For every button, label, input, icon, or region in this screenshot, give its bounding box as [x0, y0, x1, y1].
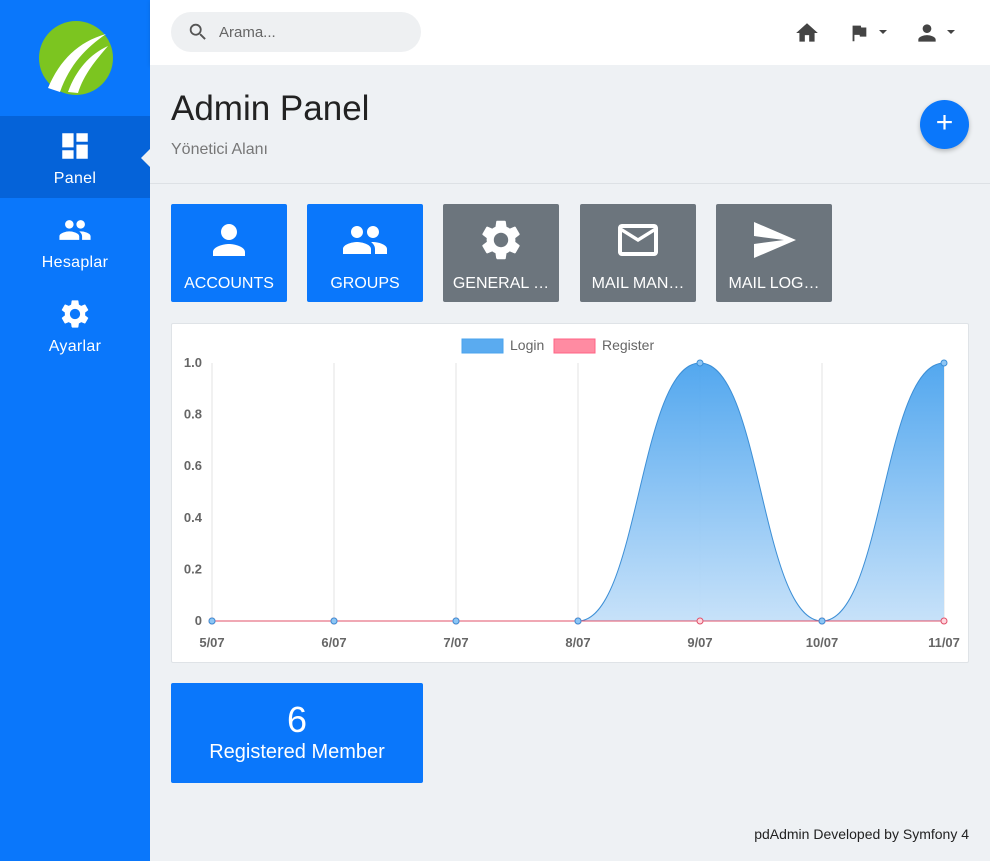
send-icon	[754, 222, 796, 258]
tile-groups[interactable]: GROUPS	[307, 204, 423, 302]
register-point	[940, 617, 948, 625]
login-point	[452, 617, 460, 625]
login-point	[940, 359, 948, 367]
people-icon	[59, 220, 91, 240]
person-icon	[213, 224, 245, 256]
sidebar-item-label: Panel	[53, 170, 97, 187]
x-tick-label: 11/07	[928, 635, 960, 650]
legend-swatch-login	[461, 338, 504, 354]
x-tick-label: 7/07	[443, 635, 468, 650]
tile-label: MAIL LOG…	[728, 275, 820, 292]
tile-mail-log[interactable]: MAIL LOG…	[716, 204, 832, 302]
sidebar-item-label: Ayarlar	[48, 338, 102, 355]
page-title: Admin Panel	[171, 89, 370, 128]
chevron-down-icon[interactable]	[947, 30, 955, 34]
tile-mail-manager[interactable]: MAIL MAN…	[580, 204, 696, 302]
active-indicator	[141, 149, 150, 167]
y-tick-label: 0	[195, 613, 202, 628]
page-header: Admin Panel Yönetici Alanı +	[150, 65, 990, 184]
x-tick-label: 10/07	[806, 635, 839, 650]
tile-label: ACCOUNTS	[184, 275, 274, 292]
sidebar-item-ayarlar[interactable]: Ayarlar	[0, 284, 150, 366]
x-tick-label: 6/07	[321, 635, 346, 650]
legend-swatch-register	[553, 338, 596, 354]
home-icon[interactable]	[794, 20, 820, 46]
tile-accounts[interactable]: ACCOUNTS	[171, 204, 287, 302]
tile-general-settings[interactable]: GENERAL …	[443, 204, 559, 302]
y-tick-label: 0.6	[184, 458, 202, 473]
login-point	[208, 617, 216, 625]
add-button[interactable]: +	[920, 100, 969, 149]
gear-icon	[482, 220, 520, 260]
stat-label: Registered Member	[209, 741, 385, 763]
stat-value: 6	[286, 699, 308, 740]
sidebar-item-label: Hesaplar	[41, 254, 109, 271]
search-icon[interactable]	[187, 21, 209, 43]
registered-member-card[interactable]: 6 Registered Member	[171, 683, 423, 783]
register-point	[696, 617, 704, 625]
sidebar-item-panel[interactable]: Panel	[0, 116, 150, 198]
legend-label-register: Register	[602, 337, 654, 353]
topbar	[150, 0, 990, 65]
gear-icon	[61, 300, 89, 328]
login-point	[696, 359, 704, 367]
sidebar-item-hesaplar[interactable]: Hesaplar	[0, 200, 150, 282]
x-tick-label: 8/07	[565, 635, 590, 650]
search-box[interactable]	[171, 12, 421, 52]
y-tick-label: 0.2	[184, 561, 202, 576]
y-tick-label: 0.8	[184, 407, 202, 422]
chart-card: 1.0 0.8 0.6 0.4 0.2 0 5/07 6/07 7/07 8/07 9/07 10/0…	[171, 323, 969, 663]
legend-label-login: Login	[510, 337, 544, 353]
logo-icon[interactable]	[38, 20, 114, 96]
group-icon	[343, 226, 387, 254]
login-point	[330, 617, 338, 625]
y-tick-label: 1.0	[184, 355, 202, 370]
dashboard-icon	[62, 133, 88, 159]
x-tick-label: 9/07	[687, 635, 712, 650]
tile-label: GENERAL …	[452, 275, 550, 292]
search-input[interactable]	[219, 20, 409, 44]
login-register-chart: 1.0 0.8 0.6 0.4 0.2 0 5/07 6/07 7/07 8/07 9/07 10/0…	[184, 337, 960, 650]
page-subtitle: Yönetici Alanı	[171, 141, 268, 158]
flag-icon[interactable]	[848, 22, 870, 44]
envelope-icon	[618, 224, 658, 256]
x-tick-label: 5/07	[199, 635, 224, 650]
sidebar: Panel Hesaplar Ayarlar	[0, 0, 150, 861]
tile-label: GROUPS	[330, 275, 400, 292]
login-point	[574, 617, 582, 625]
chevron-down-icon[interactable]	[879, 30, 887, 34]
footer-credit: pdAdmin Developed by Symfony 4	[754, 826, 969, 842]
tile-label: MAIL MAN…	[591, 275, 685, 292]
login-point	[818, 617, 826, 625]
user-icon[interactable]	[914, 20, 940, 46]
y-tick-label: 0.4	[184, 510, 203, 525]
